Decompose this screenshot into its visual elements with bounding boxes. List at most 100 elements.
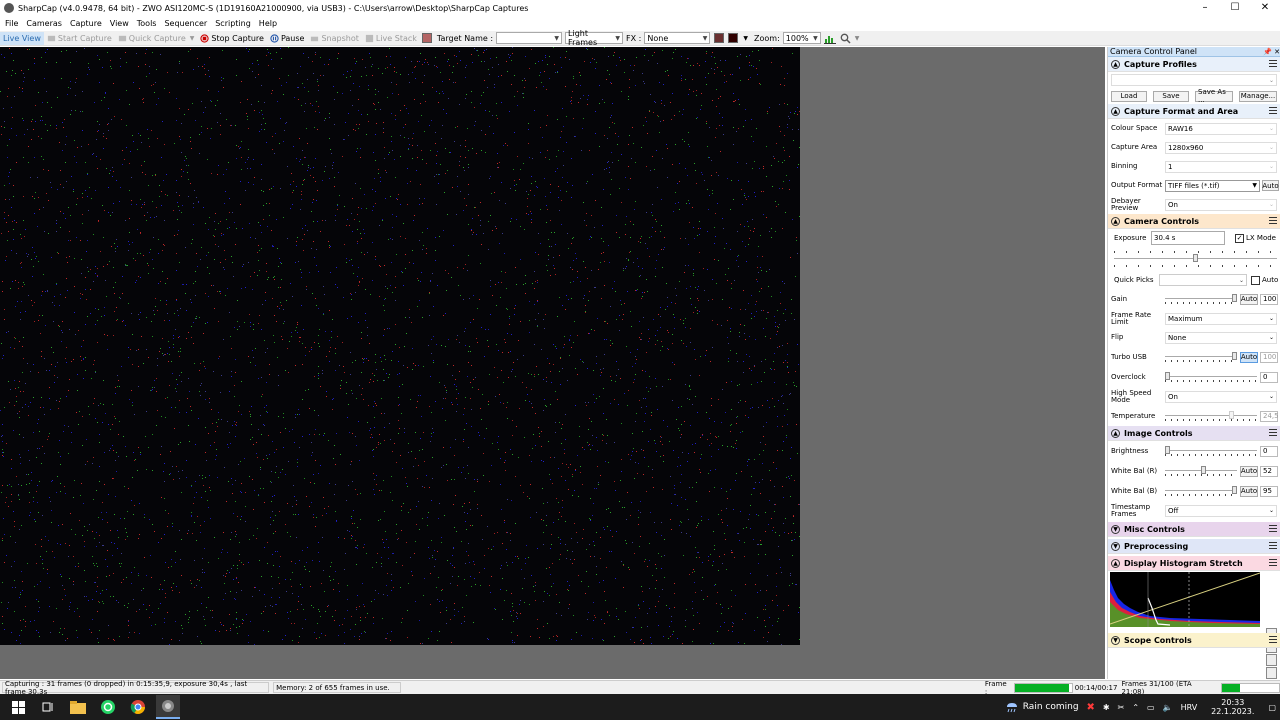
weather-rain-icon[interactable] (1005, 700, 1019, 714)
overclock-slider[interactable] (1165, 371, 1257, 383)
menu-help[interactable]: Help (255, 19, 281, 28)
live-stack-button[interactable]: Live Stack (362, 32, 420, 45)
quick-capture-button[interactable]: Quick Capture ▼ (115, 32, 198, 45)
zoom-dropdown[interactable]: 100% ▼ (782, 32, 821, 44)
menu-tools[interactable]: Tools (133, 19, 161, 28)
menu-sequencer[interactable]: Sequencer (160, 19, 211, 28)
frame-type-dropdown[interactable]: Light Frames ▼ (565, 29, 624, 47)
gain-slider[interactable] (1165, 293, 1237, 305)
lx-mode-checkbox[interactable]: ✓ (1235, 233, 1244, 243)
language-indicator[interactable]: HRV (1181, 703, 1198, 712)
sharpcap-taskbar-icon[interactable] (156, 695, 180, 719)
menu-file[interactable]: File (1, 19, 22, 28)
section-menu-icon[interactable] (1269, 429, 1277, 436)
section-menu-icon[interactable] (1269, 107, 1277, 114)
exposure-input[interactable]: 30.4 s (1151, 231, 1225, 245)
turbo-usb-auto-button[interactable]: Auto (1240, 351, 1258, 363)
clock[interactable]: 20:33 22.1.2023. (1207, 698, 1258, 716)
notifications-icon[interactable]: ▢ (1268, 703, 1276, 712)
misc-controls-header[interactable]: ▼ Misc Controls (1108, 522, 1280, 537)
save-as-profile-button[interactable]: Save As ... (1195, 88, 1233, 104)
histogram-icon[interactable] (823, 33, 836, 44)
gain-auto-button[interactable]: Auto (1240, 293, 1258, 305)
network-icon[interactable]: ▭ (1147, 703, 1155, 712)
image-viewport[interactable] (0, 47, 1105, 679)
capture-profiles-header[interactable]: ▲ Capture Profiles (1108, 57, 1280, 72)
preprocessing-header[interactable]: ▼ Preprocessing (1108, 539, 1280, 554)
scope-controls-header[interactable]: ▼ Scope Controls (1108, 633, 1280, 648)
wb-blue-slider[interactable] (1165, 485, 1237, 497)
histogram-save-icon[interactable] (1266, 654, 1277, 666)
histogram-auto-icon[interactable] (1266, 667, 1277, 679)
fx-dropdown[interactable]: None ▼ (644, 32, 711, 44)
timestamp-dropdown[interactable]: Off ⌄ (1165, 504, 1277, 517)
section-menu-icon[interactable] (1269, 217, 1277, 224)
turbo-slider-thumb[interactable] (1232, 352, 1237, 360)
quick-picks-dropdown[interactable]: ⌄ (1159, 274, 1247, 286)
flip-dropdown[interactable]: None ⌄ (1165, 331, 1277, 344)
magnifier-icon[interactable] (840, 33, 851, 44)
capture-area-dropdown[interactable]: 1280x960 ⌄ (1165, 141, 1277, 154)
gain-slider-thumb[interactable] (1232, 294, 1237, 302)
wb-red-auto-button[interactable]: Auto (1240, 465, 1258, 477)
overclock-slider-thumb[interactable] (1165, 372, 1170, 380)
brightness-slider[interactable] (1165, 445, 1257, 457)
debayer-dropdown[interactable]: On ⌄ (1165, 198, 1277, 211)
magnifier-dropdown-icon[interactable]: ▼ (855, 35, 860, 42)
wb-blue-value[interactable]: 95 (1260, 485, 1278, 497)
whatsapp-icon[interactable] (96, 695, 120, 719)
start-capture-button[interactable]: Start Capture (44, 32, 115, 45)
stop-capture-button[interactable]: Stop Capture (197, 32, 267, 45)
wb-red-slider[interactable] (1165, 465, 1237, 477)
camera-controls-header[interactable]: ▲ Camera Controls (1108, 214, 1280, 229)
close-button[interactable]: ✕ (1250, 0, 1280, 16)
exposure-slider[interactable] (1114, 249, 1277, 269)
colour-swatch-2-icon[interactable] (728, 33, 739, 43)
pin-close-icon[interactable]: 📌 ✕ (1263, 48, 1280, 56)
section-menu-icon[interactable] (1269, 636, 1277, 643)
frame-rate-dropdown[interactable]: Maximum ⌄ (1165, 312, 1277, 325)
volume-icon[interactable]: 🔈 (1163, 703, 1173, 712)
colour-space-dropdown[interactable]: RAW16 ⌄ (1165, 122, 1277, 135)
quick-capture-dropdown-icon[interactable]: ▼ (190, 35, 195, 42)
brightness-value[interactable]: 0 (1260, 445, 1278, 457)
menu-cameras[interactable]: Cameras (22, 19, 66, 28)
antivirus-alert-icon[interactable]: ✖ (1087, 702, 1095, 713)
high-speed-dropdown[interactable]: On ⌄ (1165, 390, 1277, 403)
menu-scripting[interactable]: Scripting (211, 19, 255, 28)
overclock-value[interactable]: 0 (1260, 371, 1278, 383)
histogram-display[interactable] (1110, 572, 1260, 627)
wb-red-slider-thumb[interactable] (1201, 466, 1206, 474)
section-menu-icon[interactable] (1269, 525, 1277, 532)
snapshot-button[interactable]: Snapshot (307, 32, 361, 45)
section-menu-icon[interactable] (1269, 60, 1277, 67)
menu-capture[interactable]: Capture (66, 19, 106, 28)
gain-value[interactable]: 100 (1260, 293, 1278, 305)
task-view-icon[interactable] (36, 695, 60, 719)
quick-picks-auto-checkbox[interactable] (1251, 275, 1260, 285)
reticle-swatch-icon[interactable] (421, 33, 432, 43)
weather-text[interactable]: Rain coming (1023, 702, 1079, 712)
tray-icon-2[interactable]: ✂ (1118, 703, 1125, 712)
binning-dropdown[interactable]: 1 ⌄ (1165, 160, 1277, 173)
windows-start-icon[interactable] (6, 695, 30, 719)
file-explorer-icon[interactable] (66, 695, 90, 719)
profile-dropdown[interactable]: ⌄ (1111, 74, 1277, 86)
section-menu-icon[interactable] (1269, 542, 1277, 549)
colour-swatch-1-icon[interactable] (714, 33, 725, 43)
tray-icon-1[interactable]: ✱ (1103, 703, 1110, 712)
pause-button[interactable]: Pause (267, 32, 308, 45)
output-format-auto-button[interactable]: Auto (1262, 180, 1279, 191)
swatch-dropdown-icon[interactable]: ▼ (743, 35, 748, 42)
turbo-usb-slider[interactable] (1165, 351, 1237, 363)
live-view-button[interactable]: Live View (0, 31, 44, 45)
capture-format-header[interactable]: ▲ Capture Format and Area (1108, 104, 1280, 119)
show-hidden-icons-chevron-icon[interactable]: ⌃ (1132, 703, 1139, 712)
menu-view[interactable]: View (106, 19, 133, 28)
exposure-slider-thumb[interactable] (1193, 254, 1198, 262)
minimize-button[interactable]: – (1190, 0, 1220, 16)
output-format-dropdown[interactable]: TIFF files (*.tif) ▼ (1165, 179, 1260, 192)
wb-red-value[interactable]: 52 (1260, 465, 1278, 477)
wb-blue-auto-button[interactable]: Auto (1240, 485, 1258, 497)
load-profile-button[interactable]: Load (1111, 90, 1147, 102)
